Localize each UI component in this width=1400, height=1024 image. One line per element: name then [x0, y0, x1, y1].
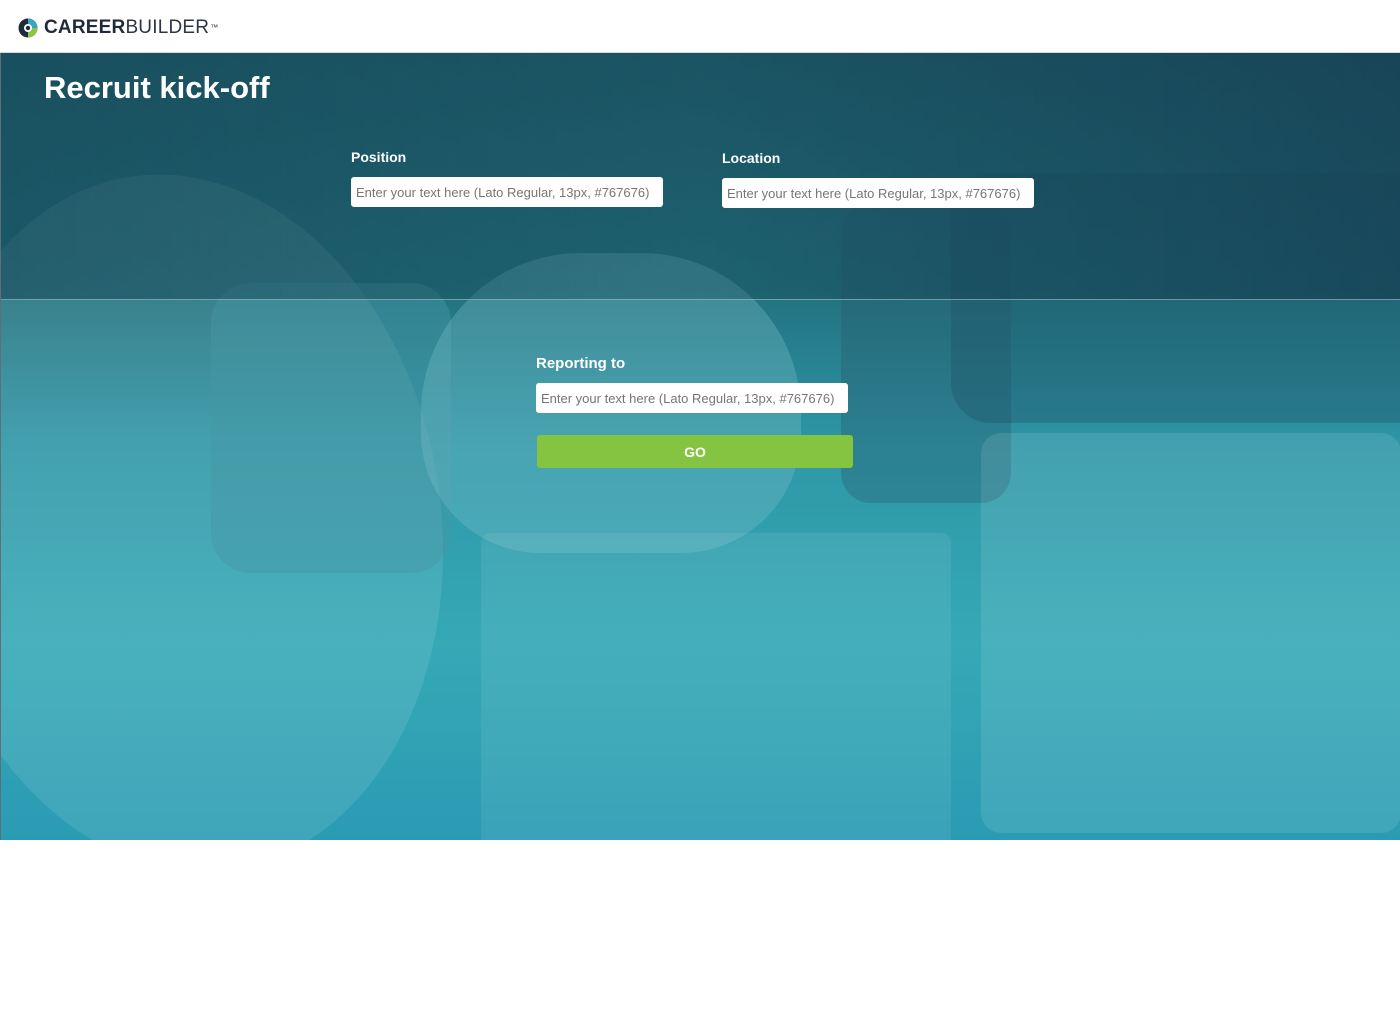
position-input[interactable]: [351, 177, 663, 207]
logo-wordmark-light: BUILDER: [125, 17, 210, 38]
reporting-to-field-group: Reporting to: [536, 355, 848, 413]
logo-wordmark-bold: CAREER: [44, 17, 126, 38]
location-field-group: Location: [722, 150, 1034, 208]
reporting-to-label: Reporting to: [536, 355, 626, 372]
background-image-shape: [981, 433, 1400, 833]
location-input[interactable]: [722, 178, 1034, 208]
position-field-group: Position: [351, 149, 663, 207]
position-label: Position: [351, 149, 407, 165]
go-button[interactable]: GO: [537, 435, 853, 468]
background-image-shape: [211, 283, 451, 573]
careerbuilder-logo[interactable]: CAREERBUILDER™: [18, 17, 218, 39]
background-image-shape: [481, 533, 951, 840]
logo-wordmark: CAREERBUILDER™: [44, 17, 218, 39]
logo-trademark: ™: [210, 23, 219, 32]
location-label: Location: [722, 150, 781, 166]
hero-section: Recruit kick-off Position Location Repor…: [0, 53, 1400, 840]
careerbuilder-globe-icon: [18, 18, 38, 38]
page-title: Recruit kick-off: [44, 70, 270, 105]
top-header: CAREERBUILDER™: [0, 0, 1400, 53]
reporting-to-input[interactable]: [536, 383, 848, 413]
